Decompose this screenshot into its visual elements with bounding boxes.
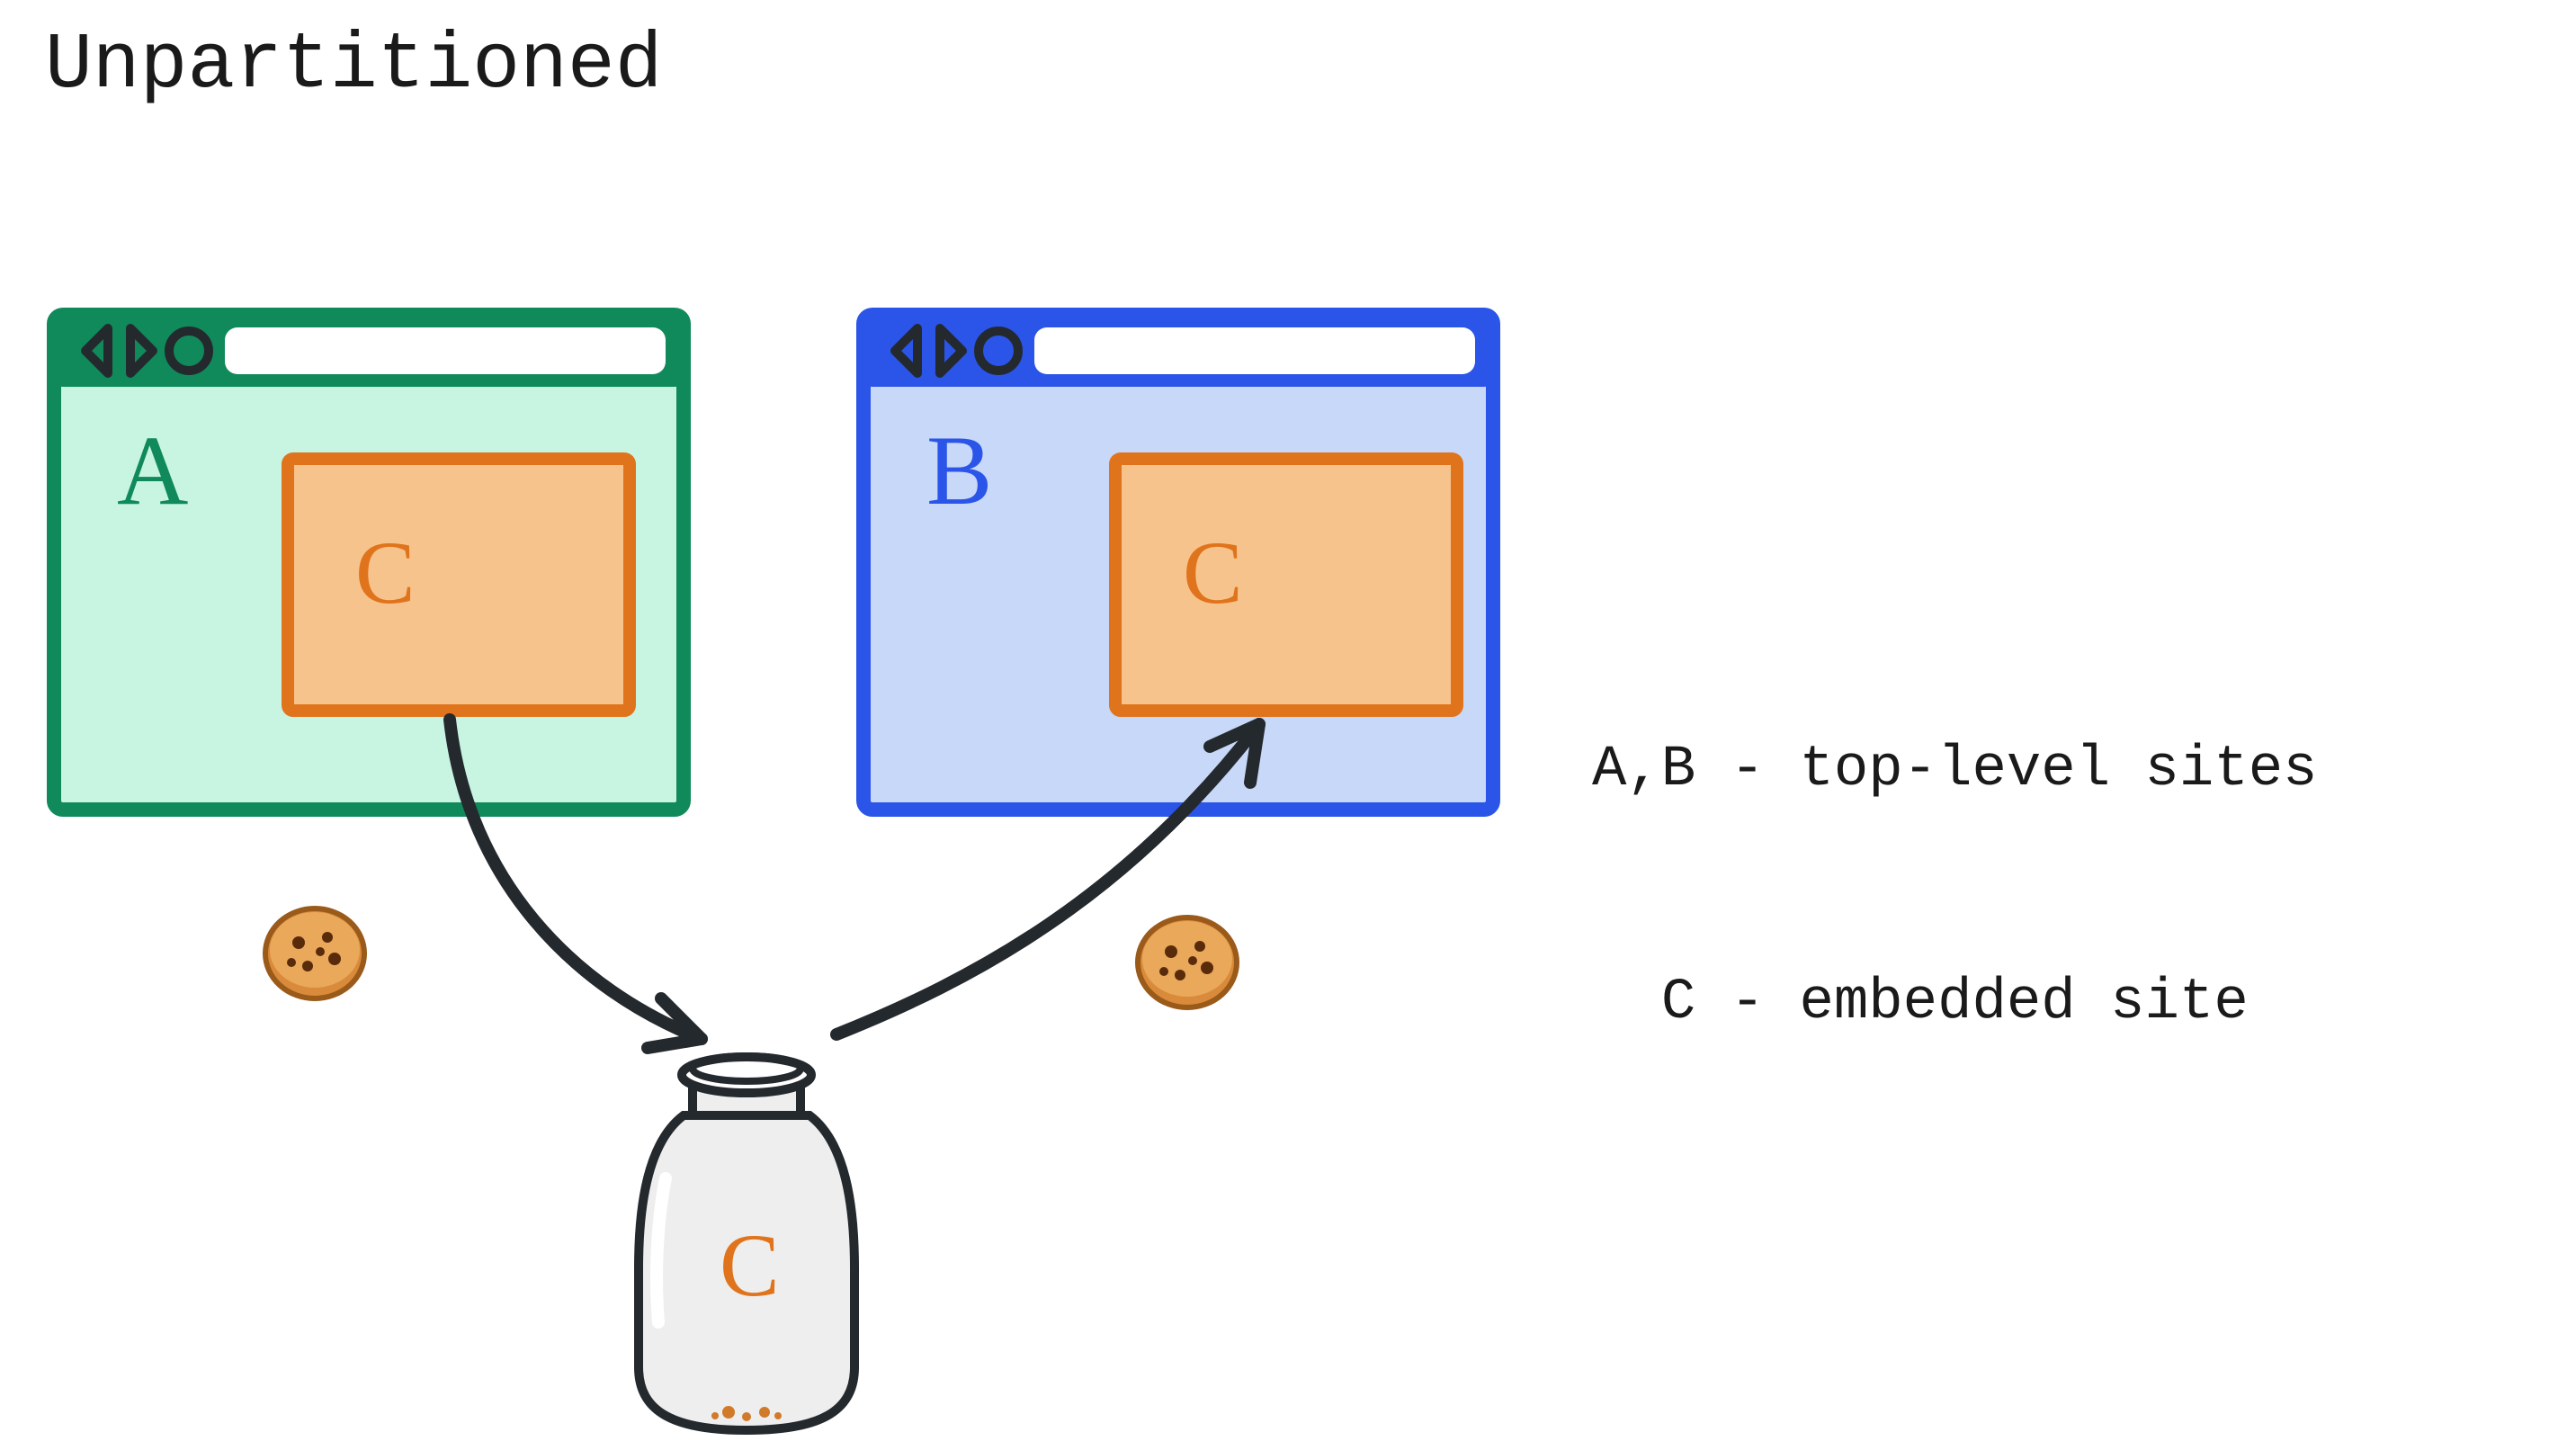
browser-b-address-bar bbox=[1034, 327, 1475, 374]
embedded-c-in-a: C bbox=[288, 459, 630, 711]
embedded-c-b-label: C bbox=[1183, 523, 1243, 622]
site-a-label: A bbox=[117, 416, 188, 525]
browser-b: B C bbox=[863, 315, 1493, 810]
site-b-label: B bbox=[926, 416, 992, 525]
diagram-stage: A C B C bbox=[0, 0, 2576, 1450]
cookie-left bbox=[265, 908, 364, 998]
browser-a-address-bar bbox=[225, 327, 666, 374]
browser-a: A C bbox=[54, 315, 684, 810]
cookie-jar: C bbox=[639, 1056, 854, 1430]
cookie-right bbox=[1138, 917, 1237, 1007]
embedded-c-in-b: C bbox=[1115, 459, 1457, 711]
jar-label: C bbox=[720, 1215, 780, 1315]
embedded-c-a-label: C bbox=[355, 523, 416, 622]
